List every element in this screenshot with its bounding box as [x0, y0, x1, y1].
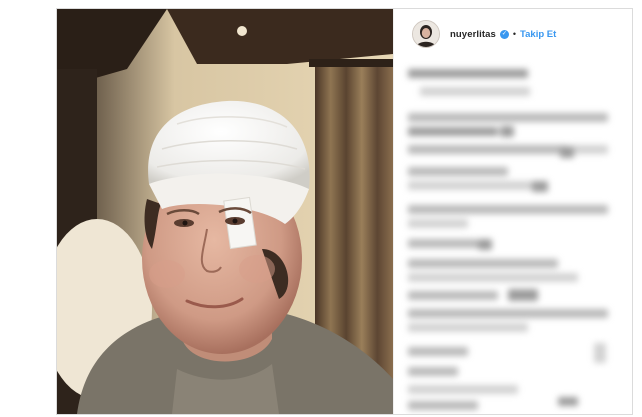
avatar[interactable]	[412, 20, 440, 48]
blurred-comments	[408, 67, 623, 410]
selfie-image	[57, 9, 393, 414]
post-header: nuyerlitas ✓ • Takip Et	[394, 9, 632, 59]
instagram-post: nuyerlitas ✓ • Takip Et	[56, 8, 633, 415]
post-photo[interactable]	[57, 9, 393, 414]
separator-dot: •	[512, 29, 517, 39]
verified-badge-icon: ✓	[499, 29, 509, 39]
avatar-image	[413, 21, 439, 47]
post-sidebar: nuyerlitas ✓ • Takip Et	[393, 9, 632, 414]
follow-button[interactable]: Takip Et	[520, 29, 556, 40]
username-link[interactable]: nuyerlitas	[450, 29, 496, 40]
